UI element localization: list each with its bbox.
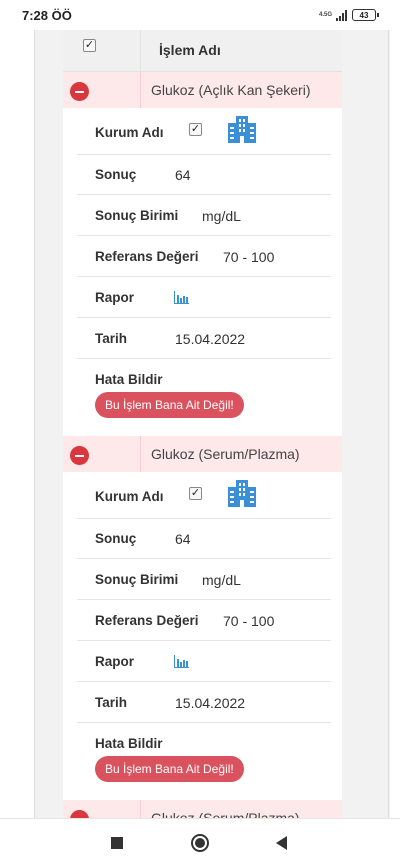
procedure-row[interactable]: Glukoz (Açlık Kan Şekeri) xyxy=(63,72,342,108)
battery-level: 43 xyxy=(359,10,369,20)
report-error-button[interactable]: Bu İşlem Bana Ait Değil! xyxy=(95,392,244,418)
institution-checkbox[interactable]: ✓ xyxy=(189,487,202,500)
reference-label: Referans Değeri xyxy=(95,249,199,264)
battery-icon: 43 xyxy=(352,9,379,21)
unit-row: Sonuç Birimi mg/dL xyxy=(77,559,331,600)
result-row: Sonuç 64 xyxy=(77,519,331,559)
report-label: Rapor xyxy=(95,290,135,305)
reference-value: 70 - 100 xyxy=(223,249,275,265)
status-time: 7:28 ÖÖ xyxy=(22,8,72,23)
date-label: Tarih xyxy=(95,695,128,710)
minus-circle-icon[interactable] xyxy=(70,82,89,101)
procedure-name: Glukoz (Serum/Plazma) xyxy=(151,446,300,462)
unit-label: Sonuç Birimi xyxy=(95,208,179,223)
error-label: Hata Bildir xyxy=(95,372,163,387)
institution-row: Kurum Adı ✓ xyxy=(77,108,331,155)
institution-label: Kurum Adı xyxy=(95,125,164,140)
minus-circle-icon[interactable] xyxy=(70,446,89,465)
bar-chart-icon[interactable] xyxy=(174,655,189,668)
procedure-name: Glukoz (Açlık Kan Şekeri) xyxy=(151,82,311,98)
institution-checkbox[interactable]: ✓ xyxy=(189,123,202,136)
home-button[interactable] xyxy=(191,834,209,852)
unit-row: Sonuç Birimi mg/dL xyxy=(77,195,331,236)
building-icon[interactable] xyxy=(228,116,256,143)
error-label: Hata Bildir xyxy=(95,736,163,751)
reference-label: Referans Değeri xyxy=(95,613,199,628)
unit-value: mg/dL xyxy=(202,572,241,588)
back-button[interactable] xyxy=(276,836,287,850)
result-label: Sonuç xyxy=(95,167,137,182)
status-icons: 4.5G 43 xyxy=(318,9,379,21)
procedure-table: ✓ İşlem Adı Glukoz (Açlık Kan Şekeri) Ku… xyxy=(63,30,342,818)
report-error-button[interactable]: Bu İşlem Bana Ait Değil! xyxy=(95,756,244,782)
recent-apps-button[interactable] xyxy=(111,837,123,849)
building-icon[interactable] xyxy=(228,480,256,507)
table-header: ✓ İşlem Adı xyxy=(63,30,342,72)
status-bar: 7:28 ÖÖ 4.5G 43 xyxy=(0,0,400,30)
system-nav-bar xyxy=(0,818,400,866)
unit-value: mg/dL xyxy=(202,208,241,224)
date-value: 15.04.2022 xyxy=(175,695,246,711)
select-all-checkbox[interactable]: ✓ xyxy=(83,39,96,52)
institution-label: Kurum Adı xyxy=(95,489,164,504)
reference-value: 70 - 100 xyxy=(223,613,275,629)
institution-row: Kurum Adı ✓ xyxy=(77,472,331,519)
procedure-row[interactable]: Glukoz (Serum/Plazma) xyxy=(63,800,342,818)
reference-row: Referans Değeri 70 - 100 xyxy=(77,600,331,641)
result-value: 64 xyxy=(175,531,191,547)
date-row: Tarih 15.04.2022 xyxy=(77,682,331,723)
report-row: Rapor xyxy=(77,641,331,682)
result-value: 64 xyxy=(175,167,191,183)
report-row: Rapor xyxy=(77,277,331,318)
network-type: 4.5G xyxy=(318,12,332,18)
procedure-row[interactable]: Glukoz (Serum/Plazma) xyxy=(63,436,342,472)
report-label: Rapor xyxy=(95,654,135,669)
date-value: 15.04.2022 xyxy=(175,331,246,347)
unit-label: Sonuç Birimi xyxy=(95,572,179,587)
procedure-name: Glukoz (Serum/Plazma) xyxy=(151,810,300,818)
reference-row: Referans Değeri 70 - 100 xyxy=(77,236,331,277)
minus-circle-icon[interactable] xyxy=(70,810,89,818)
column-header-procedure-name: İşlem Adı xyxy=(159,42,221,58)
date-row: Tarih 15.04.2022 xyxy=(77,318,331,359)
bar-chart-icon[interactable] xyxy=(174,291,189,304)
signal-icon xyxy=(336,9,348,21)
result-label: Sonuç xyxy=(95,531,137,546)
result-row: Sonuç 64 xyxy=(77,155,331,195)
date-label: Tarih xyxy=(95,331,128,346)
